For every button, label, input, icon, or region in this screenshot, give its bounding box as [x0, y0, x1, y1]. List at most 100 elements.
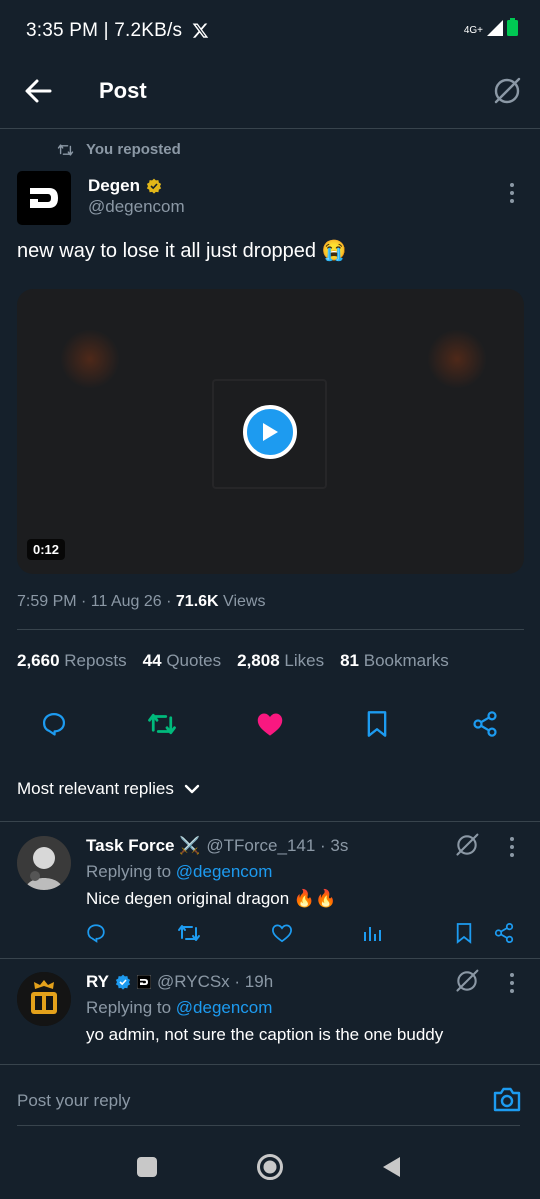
- reply-author-name[interactable]: RY: [86, 972, 109, 992]
- reply-actions: [81, 918, 522, 948]
- post-meta: 7:59 PM · 11 Aug 26 · 71.6K Views: [17, 593, 265, 611]
- author-name[interactable]: Degen: [88, 176, 140, 196]
- views-label: Views: [218, 593, 266, 610]
- repost-icon: [57, 143, 74, 156]
- x-logo-icon: [192, 22, 209, 39]
- stat-count: 81: [340, 651, 360, 670]
- replying-to: Replying to @degencom: [86, 862, 272, 882]
- reply-text: Nice degen original dragon 🔥🔥: [86, 889, 337, 908]
- verified-gold-icon: [146, 178, 162, 194]
- avatar[interactable]: [17, 171, 71, 225]
- reply-avatar-image: [17, 836, 71, 890]
- stat-reposts[interactable]: 2,660 Reposts: [17, 651, 127, 671]
- stat-count: 44: [142, 651, 162, 670]
- reply-avatar-image: [17, 972, 71, 1026]
- views-button[interactable]: [357, 918, 387, 948]
- battery-icon: [507, 18, 518, 36]
- meta-divider: [17, 629, 524, 630]
- grok-button[interactable]: [454, 832, 480, 858]
- replying-prefix: Replying to: [86, 998, 176, 1017]
- heart-filled-icon: [257, 713, 283, 736]
- recents-button[interactable]: [137, 1157, 157, 1177]
- arrow-left-icon: [25, 79, 52, 103]
- more-vertical-icon: [510, 183, 514, 203]
- system-nav-bar: [0, 1130, 540, 1199]
- more-vertical-icon: [510, 837, 514, 857]
- grok-button[interactable]: [492, 76, 522, 106]
- heart-icon: [272, 924, 292, 943]
- signal-icon: [487, 20, 503, 36]
- repost-indicator: You reposted: [57, 141, 181, 158]
- stat-label: Quotes: [166, 651, 222, 670]
- reply-button[interactable]: [34, 704, 74, 744]
- play-icon: [263, 423, 278, 441]
- degen-logo-icon: [30, 188, 58, 208]
- grok-button[interactable]: [454, 968, 480, 994]
- affiliate-badge-icon: [137, 975, 151, 989]
- share-button[interactable]: [489, 918, 519, 948]
- repost-button[interactable]: [142, 704, 182, 744]
- more-vertical-icon: [510, 973, 514, 993]
- page-title: Post: [99, 78, 147, 103]
- stat-count: 2,660: [17, 651, 60, 670]
- grok-icon: [456, 833, 479, 856]
- stat-likes[interactable]: 2,808 Likes: [237, 651, 324, 671]
- more-options-button[interactable]: [502, 970, 522, 996]
- home-circle-icon: [257, 1154, 283, 1180]
- views-count[interactable]: 71.6K: [176, 593, 219, 610]
- repost-text: You reposted: [86, 141, 181, 158]
- replying-prefix: Replying to: [86, 862, 176, 881]
- video-player[interactable]: 0:12: [17, 289, 524, 574]
- repost-icon: [178, 925, 200, 941]
- repost-button[interactable]: [174, 918, 204, 948]
- video-scene: [60, 329, 120, 389]
- stat-bookmarks[interactable]: 81 Bookmarks: [340, 651, 449, 671]
- reply-header: RY @RYCSx · 19h: [86, 972, 273, 992]
- play-button[interactable]: [243, 405, 297, 459]
- stat-label: Likes: [284, 651, 325, 670]
- replies-sort-button[interactable]: Most relevant replies: [17, 779, 200, 799]
- sort-divider: [0, 821, 540, 822]
- status-time-speed: 3:35 PM | 7.2KB/s: [26, 20, 209, 42]
- reply-author-name[interactable]: Task Force ⚔️: [86, 836, 200, 856]
- post-actions: [0, 704, 540, 744]
- like-button[interactable]: [267, 918, 297, 948]
- reply-input[interactable]: Post your reply: [17, 1091, 130, 1111]
- like-button[interactable]: [250, 704, 290, 744]
- avatar[interactable]: [17, 972, 71, 1026]
- compose-underline: [17, 1125, 520, 1126]
- status-bar: 3:35 PM | 7.2KB/s 4G+: [0, 0, 540, 64]
- more-options-button[interactable]: [502, 180, 522, 206]
- back-nav-button[interactable]: [380, 1155, 404, 1179]
- video-scene-2: [427, 329, 487, 389]
- reply-author-handle[interactable]: @RYCSx · 19h: [157, 972, 273, 992]
- header-divider: [0, 128, 540, 129]
- status-text: 3:35 PM | 7.2KB/s: [26, 20, 183, 41]
- share-button[interactable]: [465, 704, 505, 744]
- bookmark-button[interactable]: [357, 704, 397, 744]
- avatar[interactable]: [17, 836, 71, 890]
- back-button[interactable]: [22, 76, 56, 106]
- reply-button[interactable]: [81, 918, 111, 948]
- camera-icon: [493, 1087, 521, 1112]
- bookmark-icon: [367, 711, 387, 737]
- author-handle[interactable]: @degencom: [88, 197, 185, 217]
- replying-to-link[interactable]: @degencom: [176, 998, 273, 1017]
- reply-author-handle[interactable]: @TForce_141 · 3s: [206, 836, 348, 856]
- author-name-row[interactable]: Degen: [88, 176, 162, 196]
- reply-icon: [87, 924, 105, 943]
- reply-text: yo admin, not sure the caption is the on…: [86, 1025, 444, 1044]
- home-button[interactable]: [256, 1153, 284, 1181]
- stat-quotes[interactable]: 44 Quotes: [143, 651, 221, 671]
- analytics-icon: [364, 927, 381, 941]
- grok-icon: [494, 77, 521, 104]
- camera-button[interactable]: [492, 1085, 522, 1115]
- share-icon: [494, 922, 514, 944]
- more-options-button[interactable]: [502, 834, 522, 860]
- replying-to-link[interactable]: @degencom: [176, 862, 273, 881]
- back-triangle-icon: [383, 1157, 400, 1177]
- bookmark-button[interactable]: [449, 918, 479, 948]
- reply-divider: [0, 958, 540, 959]
- chevron-down-icon: [184, 784, 200, 794]
- post-time: 7:59 PM · 11 Aug 26 ·: [17, 593, 176, 610]
